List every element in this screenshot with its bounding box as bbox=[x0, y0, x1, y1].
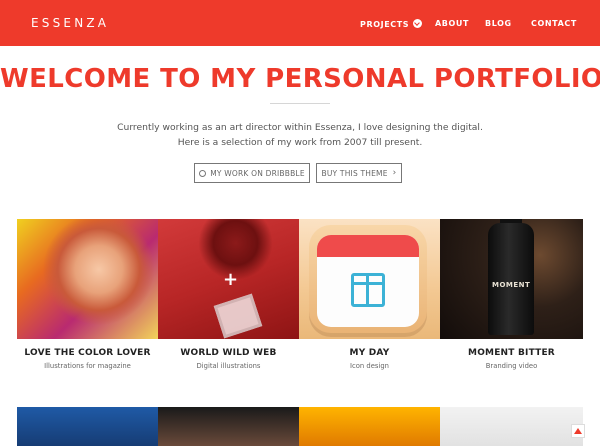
site-logo[interactable]: ESSENZA bbox=[31, 16, 109, 30]
calendar-band bbox=[317, 235, 419, 257]
portfolio-title[interactable]: MY DAY bbox=[299, 348, 440, 358]
portfolio-thumb-moment-bitter[interactable]: MOMENT bbox=[440, 219, 583, 339]
nav-item-about[interactable]: ABOUT bbox=[435, 19, 469, 28]
portfolio-title[interactable]: LOVE THE COLOR LOVER bbox=[17, 348, 158, 358]
bottle-label: MOMENT bbox=[492, 281, 531, 289]
dribbble-button-label: MY WORK ON DRIBBBLE bbox=[210, 168, 305, 178]
portfolio-thumb[interactable] bbox=[17, 407, 158, 446]
gift-icon bbox=[351, 273, 385, 307]
portfolio-subtitle: Illustrations for magazine bbox=[44, 362, 131, 370]
calendar-app-icon bbox=[309, 225, 427, 337]
portfolio-subtitle: Icon design bbox=[350, 362, 389, 370]
intro-text: Currently working as an art director wit… bbox=[117, 122, 483, 148]
chevron-right-icon: › bbox=[392, 168, 397, 178]
portfolio-thumb-my-day[interactable] bbox=[299, 219, 440, 339]
portfolio-thumb-color-lover[interactable] bbox=[17, 219, 158, 339]
dribbble-button[interactable]: MY WORK ON DRIBBBLE bbox=[194, 163, 310, 183]
nav-item-blog[interactable]: BLOG bbox=[485, 19, 512, 28]
plus-icon: + bbox=[223, 269, 239, 290]
portfolio-title[interactable]: MOMENT BITTER bbox=[441, 348, 582, 358]
mirror-illustration bbox=[213, 293, 263, 339]
buy-theme-button-label: BUY THIS THEME bbox=[321, 168, 388, 178]
top-navbar: ESSENZA PROJECTS ABOUT BLOG CONTACT bbox=[0, 0, 600, 46]
portfolio-subtitle: Branding video bbox=[485, 362, 538, 370]
dribbble-icon bbox=[199, 169, 207, 177]
nav-item-projects[interactable]: PROJECTS bbox=[360, 19, 423, 29]
nav-item-contact[interactable]: CONTACT bbox=[531, 19, 577, 28]
portfolio-thumb[interactable] bbox=[158, 407, 299, 446]
portfolio-thumb-world-wild-web[interactable]: + bbox=[158, 219, 299, 339]
bottle-image bbox=[488, 223, 534, 335]
portfolio-subtitle: Digital illustrations bbox=[196, 362, 261, 370]
nav-item-projects-label: PROJECTS bbox=[360, 20, 410, 29]
portfolio-thumb[interactable] bbox=[299, 407, 440, 446]
chevron-down-icon bbox=[413, 19, 423, 28]
buy-theme-button[interactable]: BUY THIS THEME › bbox=[316, 163, 402, 183]
portfolio-title[interactable]: WORLD WILD WEB bbox=[158, 348, 299, 358]
scroll-to-top-button[interactable] bbox=[571, 424, 585, 438]
page-title: WELCOME TO MY PERSONAL PORTFOLIO bbox=[0, 64, 600, 94]
title-divider bbox=[270, 103, 330, 104]
calendar-card bbox=[317, 235, 419, 327]
portfolio-thumb[interactable] bbox=[440, 407, 583, 446]
arrow-up-icon bbox=[574, 428, 582, 434]
